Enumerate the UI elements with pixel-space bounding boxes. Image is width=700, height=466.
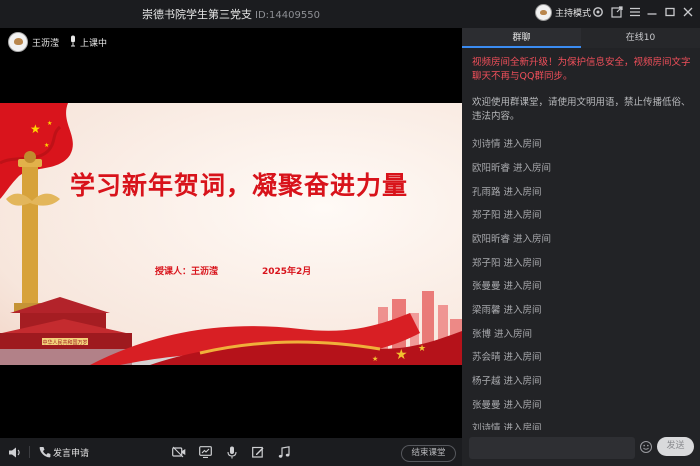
svg-text:★: ★: [395, 347, 408, 363]
tab-online-users[interactable]: 在线10: [581, 28, 700, 48]
gate-plaque: 中华人民共和国万岁: [42, 339, 87, 346]
speaker-icon[interactable]: [8, 444, 21, 460]
tab-group-chat[interactable]: 群聊: [462, 28, 581, 48]
menu-icon[interactable]: [628, 4, 642, 20]
close-icon[interactable]: [681, 4, 695, 20]
emoji-icon[interactable]: [640, 441, 652, 453]
list-item: 梁雨馨 进入房间: [472, 305, 542, 316]
svg-text:★: ★: [372, 355, 378, 363]
slide-date: 2025年2月: [262, 267, 312, 277]
list-item: 杨子越 进入房间: [472, 376, 542, 387]
title-bar: 崇德书院学生第三党支 ID:14409550 主持模式: [0, 0, 700, 28]
whiteboard-icon[interactable]: [252, 444, 264, 460]
upgrade-notice: 视频房间全新升级！为保护信息安全，视频房间文字聊天不再与QQ群同步。: [472, 57, 691, 82]
screen-share-icon[interactable]: [199, 444, 212, 460]
bottom-toolbar: 发言申请 结束课堂: [0, 438, 462, 466]
svg-text:★: ★: [44, 142, 49, 149]
presenter-status: 上课中: [80, 39, 108, 49]
end-class-button[interactable]: 结束课堂: [401, 445, 456, 462]
svg-text:★: ★: [47, 120, 52, 127]
list-item: 张曼曼 进入房间: [472, 281, 542, 292]
room-name: 崇德书院学生第三党支: [142, 8, 253, 21]
list-item: 欧阳昕睿 进入房间: [472, 234, 552, 245]
music-icon[interactable]: [278, 444, 290, 460]
presenter-name: 王沥滢: [32, 39, 60, 49]
slide-title: 学习新年贺词，凝聚奋进力量: [70, 171, 409, 200]
host-avatar[interactable]: [535, 4, 552, 21]
presentation-slide: ★ ★ ★ 中华人民共和国万岁 ★ ★ ★ 学习新年贺词，凝聚奋进力量 授课人：…: [0, 103, 462, 365]
slide-artwork: ★ ★ ★ 中华人民共和国万岁 ★ ★ ★: [0, 103, 462, 365]
microphone-icon[interactable]: [227, 444, 237, 460]
chat-input-area: 发送: [462, 430, 700, 466]
welcome-notice: 欢迎使用群课堂，请使用文明用语，禁止传播低俗、违法内容。: [472, 97, 691, 122]
presenter-avatar[interactable]: [8, 32, 28, 52]
camera-icon[interactable]: [172, 444, 186, 460]
list-item: 郑子阳 进入房间: [472, 210, 542, 221]
panel-tabs: 群聊 在线10: [462, 28, 700, 48]
slide-lecturer: 授课人：王沥滢: [155, 267, 219, 277]
chat-panel: 群聊 在线10 视频房间全新升级！为保护信息安全，视频房间文字聊天不再与QQ群同…: [462, 28, 700, 466]
video-stage: ★ ★ ★ 中华人民共和国万岁 ★ ★ ★ 学习新年贺词，凝聚奋进力量 授课人：…: [0, 56, 462, 438]
phone-icon[interactable]: [39, 444, 51, 460]
send-button[interactable]: 发送: [657, 437, 694, 456]
presenter-bar: 王沥滢 上课中: [0, 28, 462, 56]
chat-messages: 视频房间全新升级！为保护信息安全，视频房间文字聊天不再与QQ群同步。 欢迎使用群…: [462, 50, 700, 430]
list-item: 张博 进入房间: [472, 329, 533, 340]
list-item: 刘诗情 进入房间: [472, 423, 542, 430]
host-mode-label[interactable]: 主持模式: [555, 6, 591, 19]
chat-input[interactable]: [469, 437, 635, 459]
list-item: 苏会晴 进入房间: [472, 352, 542, 363]
list-item: 欧阳昕睿 进入房间: [472, 163, 552, 174]
toolbar-divider: [29, 446, 30, 458]
list-item: 孔雨路 进入房间: [472, 187, 542, 198]
list-item: 郑子阳 进入房间: [472, 258, 542, 269]
speak-request-button[interactable]: 发言申请: [53, 446, 89, 459]
presenter-mic-icon: [71, 35, 75, 47]
room-id: ID:14409550: [255, 10, 320, 21]
popout-icon[interactable]: [610, 4, 624, 20]
settings-icon[interactable]: [591, 4, 605, 20]
window-title: 崇德书院学生第三党支 ID:14409550: [0, 6, 462, 22]
minimize-icon[interactable]: [645, 4, 659, 20]
list-item: 张曼曼 进入房间: [472, 400, 542, 411]
maximize-icon[interactable]: [663, 4, 677, 20]
svg-text:★: ★: [418, 344, 426, 354]
svg-text:★: ★: [30, 122, 41, 136]
list-item: 刘诗情 进入房间: [472, 139, 542, 150]
